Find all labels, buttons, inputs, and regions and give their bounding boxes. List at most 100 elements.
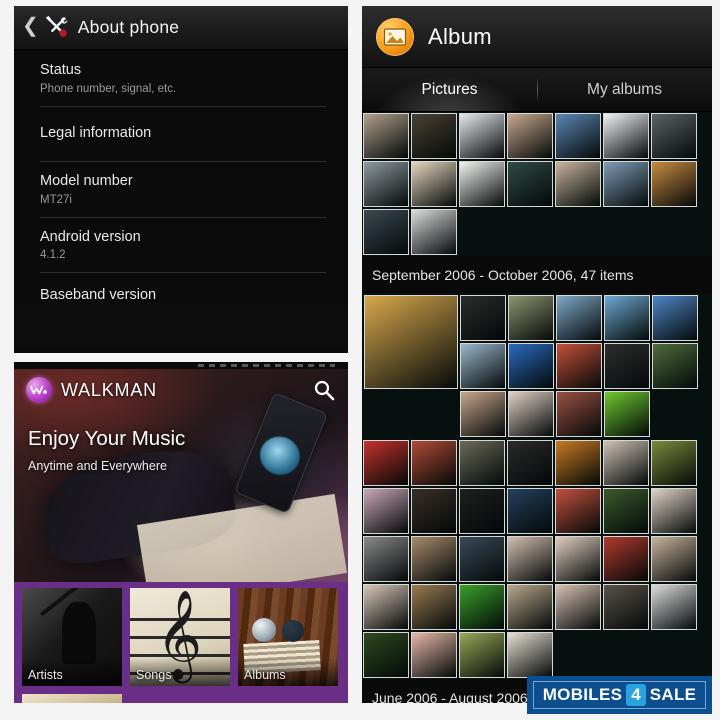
- thumbnail[interactable]: [651, 161, 697, 207]
- thumbnail[interactable]: [508, 343, 554, 389]
- walkman-logo-icon: [26, 377, 52, 403]
- row-title: Legal information: [40, 124, 152, 141]
- about-row-legal-information[interactable]: Legal information: [14, 105, 348, 162]
- thumbnail[interactable]: [555, 536, 601, 582]
- tile-artists-label: Artists: [28, 668, 63, 682]
- thumbnail[interactable]: [603, 584, 649, 630]
- thumbnail[interactable]: [411, 536, 457, 582]
- row-title: Android version: [40, 228, 141, 245]
- about-phone-title: About phone: [77, 17, 180, 37]
- thumbnail[interactable]: [556, 343, 602, 389]
- thumbnail[interactable]: [603, 536, 649, 582]
- thumbnail[interactable]: [411, 440, 457, 486]
- thumbnail[interactable]: [459, 488, 505, 534]
- thumbnail[interactable]: [555, 488, 601, 534]
- tab-my-albums[interactable]: My albums: [537, 68, 712, 111]
- thumbnail[interactable]: [508, 391, 554, 437]
- thumbnail[interactable]: [555, 161, 601, 207]
- thumbnail[interactable]: [363, 632, 409, 678]
- row-subtitle: MT27i: [40, 193, 72, 206]
- thumbnail[interactable]: [460, 295, 506, 341]
- thumbnail[interactable]: [363, 113, 409, 159]
- tab-my-albums-label: My albums: [587, 80, 662, 98]
- thumbnail[interactable]: [603, 161, 649, 207]
- thumbnail[interactable]: [363, 161, 409, 207]
- walkman-subtagline: Anytime and Everywhere: [28, 459, 167, 473]
- album-photo-icon: [376, 17, 414, 56]
- watermark-inner-border: MOBILES 4 SALE: [533, 681, 706, 709]
- thumbnail-grid-sep-oct-2006[interactable]: [362, 293, 712, 439]
- thumbnail[interactable]: [411, 113, 457, 159]
- thumbnail[interactable]: [603, 113, 649, 159]
- thumbnail[interactable]: [411, 161, 457, 207]
- thumbnail[interactable]: [363, 209, 409, 255]
- search-icon[interactable]: [312, 378, 336, 402]
- walkman-tagline: Enjoy Your Music: [28, 427, 186, 450]
- thumbnail[interactable]: [651, 488, 697, 534]
- thumbnail[interactable]: [460, 343, 506, 389]
- thumbnail[interactable]: [507, 536, 553, 582]
- thumbnail[interactable]: [652, 295, 698, 341]
- album-scroll-area[interactable]: September 2006 - October 2006, 47 items …: [362, 112, 712, 703]
- thumbnail[interactable]: [508, 295, 554, 341]
- thumbnail[interactable]: [507, 161, 553, 207]
- thumbnail[interactable]: [651, 440, 697, 486]
- thumbnail[interactable]: [411, 209, 457, 255]
- watermark-mobiles4sale: MOBILES 4 SALE: [527, 676, 712, 714]
- thumbnail[interactable]: [555, 440, 601, 486]
- thumbnail[interactable]: [651, 113, 697, 159]
- thumbnail[interactable]: [604, 295, 650, 341]
- thumbnail[interactable]: [460, 391, 506, 437]
- thumbnail[interactable]: [507, 440, 553, 486]
- thumbnail[interactable]: [363, 536, 409, 582]
- about-row-baseband-version[interactable]: Baseband version: [14, 272, 348, 310]
- thumbnail[interactable]: [507, 584, 553, 630]
- thumbnail[interactable]: [651, 584, 697, 630]
- thumbnail[interactable]: [459, 632, 505, 678]
- thumbnail[interactable]: [555, 584, 601, 630]
- thumbnail-rows-top[interactable]: [459, 294, 712, 438]
- thumbnail[interactable]: [507, 113, 553, 159]
- about-row-status[interactable]: Status Phone number, signal, etc.: [14, 50, 348, 106]
- about-row-android-version[interactable]: Android version 4.1.2: [14, 216, 348, 273]
- tile-partial-next-row[interactable]: [22, 694, 122, 703]
- thumbnail[interactable]: [459, 536, 505, 582]
- thumbnail[interactable]: [556, 391, 602, 437]
- thumbnail[interactable]: [363, 584, 409, 630]
- tab-pictures[interactable]: Pictures: [362, 68, 537, 111]
- thumbnail[interactable]: [603, 488, 649, 534]
- thumbnail[interactable]: [604, 391, 650, 437]
- thumbnail[interactable]: [651, 536, 697, 582]
- thumbnail[interactable]: [556, 295, 602, 341]
- thumbnail[interactable]: [555, 113, 601, 159]
- walkman-wordmark: WALKMAN: [61, 379, 157, 400]
- tile-artists[interactable]: Artists: [22, 588, 122, 686]
- tile-songs-label: Songs: [136, 668, 172, 682]
- walkman-hero-banner[interactable]: WALKMAN Enjoy Your Music Anytime and Eve…: [14, 369, 348, 582]
- thumbnail[interactable]: [411, 488, 457, 534]
- featured-thumbnail[interactable]: [364, 295, 458, 389]
- thumbnail[interactable]: [459, 440, 505, 486]
- thumbnail[interactable]: [459, 113, 505, 159]
- thumbnail[interactable]: [411, 632, 457, 678]
- thumbnail[interactable]: [652, 343, 698, 389]
- thumbnail[interactable]: [459, 584, 505, 630]
- row-title: Baseband version: [40, 287, 157, 304]
- thumbnail-grid-top[interactable]: [362, 112, 712, 256]
- featured-thumbnail-wrap[interactable]: [363, 294, 459, 438]
- thumbnail[interactable]: [507, 632, 553, 678]
- thumbnail[interactable]: [363, 488, 409, 534]
- thumbnail[interactable]: [459, 161, 505, 207]
- tools-wrench-screwdriver-icon: [45, 15, 68, 37]
- thumbnail[interactable]: [363, 440, 409, 486]
- tile-albums[interactable]: Albums: [238, 588, 338, 686]
- about-row-model-number[interactable]: Model number MT27i: [14, 161, 348, 217]
- watermark-badge-4: 4: [626, 684, 646, 706]
- tile-songs[interactable]: 𝄞 Songs: [130, 588, 230, 686]
- thumbnail[interactable]: [411, 584, 457, 630]
- thumbnail[interactable]: [603, 440, 649, 486]
- back-chevron-icon[interactable]: ❮: [20, 16, 42, 39]
- thumbnail[interactable]: [507, 488, 553, 534]
- thumbnail[interactable]: [604, 343, 650, 389]
- thumbnail-rows-rest[interactable]: [362, 439, 712, 679]
